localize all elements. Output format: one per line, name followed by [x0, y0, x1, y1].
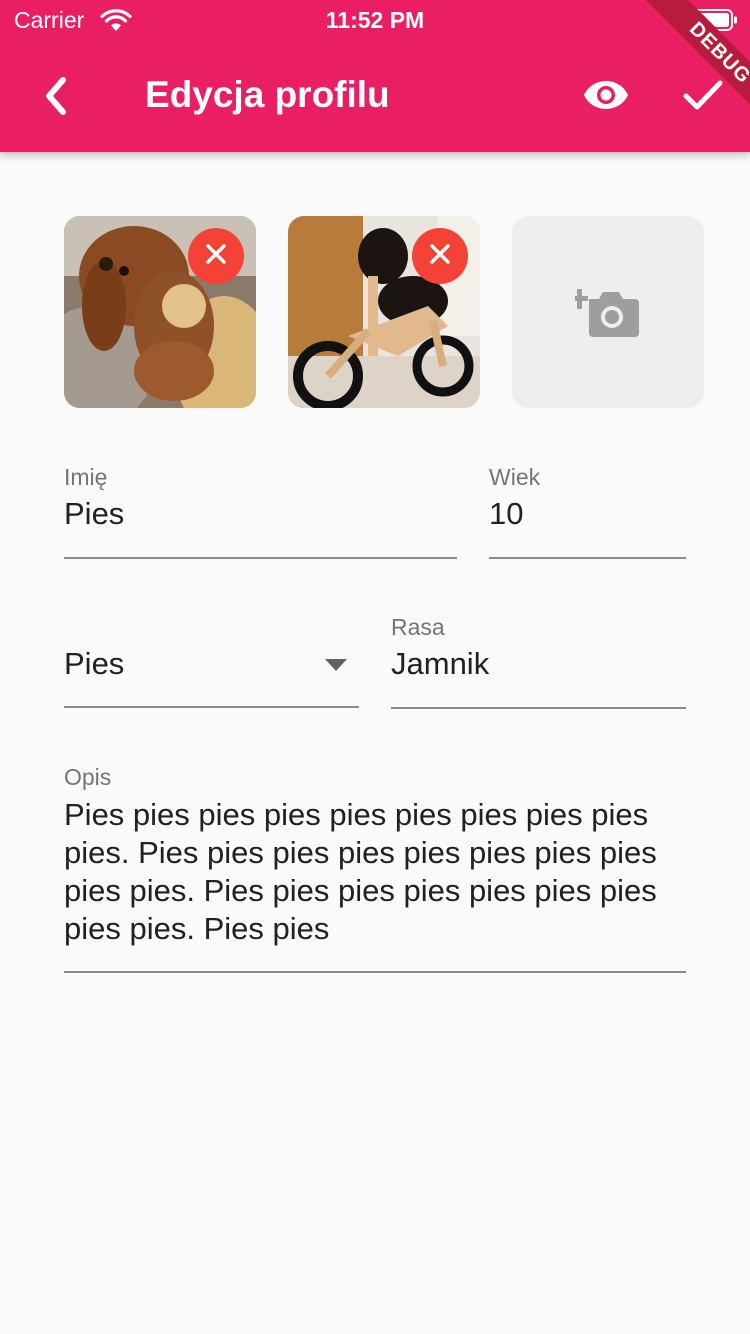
name-label: Imię [64, 464, 108, 490]
back-button[interactable] [24, 70, 88, 126]
species-dropdown[interactable]: Pies [64, 612, 359, 708]
preview-button[interactable] [575, 68, 637, 126]
eye-icon [583, 79, 629, 116]
description-field[interactable]: Opis Pies pies pies pies pies pies pies … [64, 762, 686, 973]
close-icon [205, 243, 227, 270]
add-photo-button[interactable] [512, 216, 704, 408]
name-input[interactable]: Pies [64, 496, 124, 532]
breed-field[interactable]: Rasa Jamnik [391, 612, 686, 709]
status-bar: Carrier 11:52 PM [0, 0, 750, 40]
remove-photo-button[interactable] [188, 228, 244, 284]
breed-input[interactable]: Jamnik [391, 646, 489, 682]
breed-label: Rasa [391, 614, 445, 640]
clock: 11:52 PM [325, 7, 425, 33]
check-icon [683, 79, 723, 116]
age-input[interactable]: 10 [489, 496, 523, 532]
remove-photo-button[interactable] [412, 228, 468, 284]
description-input[interactable]: Pies pies pies pies pies pies pies pies … [64, 796, 686, 948]
chevron-left-icon [41, 76, 71, 121]
app-bar: Carrier 11:52 PM Edycja profilu DEBUG [0, 0, 750, 152]
page-title: Edycja profilu [145, 74, 390, 115]
add-photo-icon [571, 281, 641, 344]
age-field[interactable]: Wiek 10 [489, 462, 686, 559]
species-value: Pies [64, 646, 125, 681]
age-label: Wiek [489, 464, 541, 490]
description-label: Opis [64, 764, 112, 790]
close-icon [429, 243, 451, 270]
chevron-down-icon [325, 658, 347, 671]
name-field[interactable]: Imię Pies [64, 462, 457, 559]
